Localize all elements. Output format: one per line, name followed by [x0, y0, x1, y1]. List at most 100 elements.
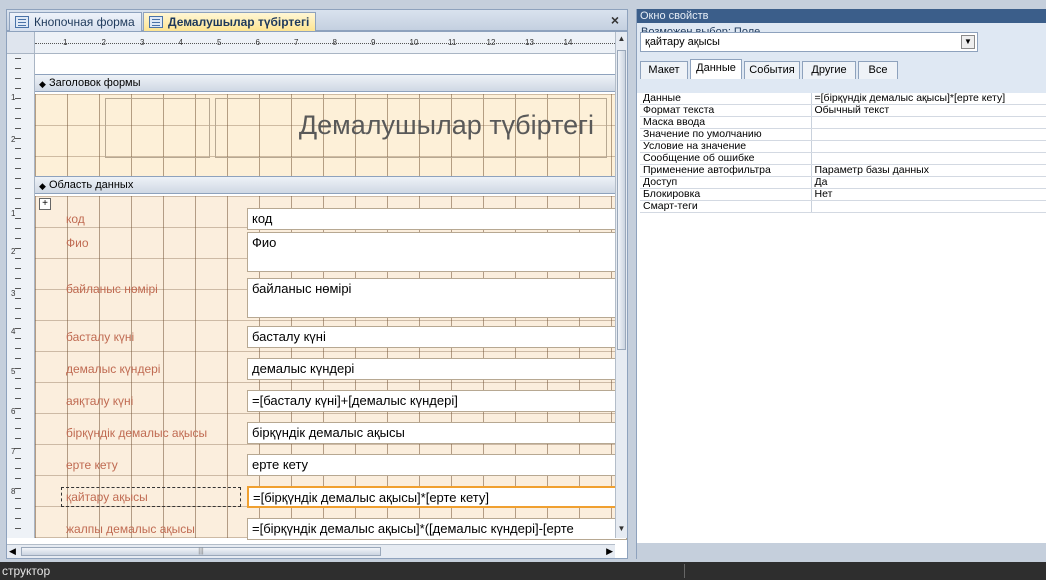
property-row[interactable]: Блокировка Нет: [640, 188, 1046, 201]
field-label[interactable]: демалыс күндері: [61, 359, 241, 379]
property-tab[interactable]: Данные: [690, 59, 742, 79]
vertical-scrollbar[interactable]: ▲ ▼: [615, 32, 627, 538]
ruler-number: 7: [294, 38, 299, 47]
form-header-section[interactable]: Демалушылар түбіртегі: [35, 94, 617, 176]
field-label[interactable]: аяқталу күні: [61, 391, 241, 411]
ruler-tick: [15, 458, 21, 459]
property-row[interactable]: Сообщение об ошибке: [640, 152, 1046, 165]
scroll-right-icon[interactable]: ▶: [606, 546, 613, 557]
property-value[interactable]: [811, 152, 1046, 165]
ruler-tick: [15, 138, 21, 139]
field-label[interactable]: Фио: [61, 233, 241, 253]
tab-receipt-form[interactable]: Демалушылар түбіртегі: [143, 12, 317, 32]
property-value[interactable]: [811, 128, 1046, 141]
logo-placeholder[interactable]: [105, 98, 210, 158]
field-label[interactable]: код: [61, 209, 241, 229]
scroll-down-icon[interactable]: ▼: [616, 524, 627, 536]
close-document-icon[interactable]: ×: [611, 12, 619, 28]
property-value[interactable]: [811, 140, 1046, 153]
field-label[interactable]: бірқүндік демалыс ақысы: [61, 423, 241, 443]
field-label[interactable]: басталу күні: [61, 327, 241, 347]
ruler-number: 9: [371, 38, 376, 47]
field-label[interactable]: қайтару ақысы: [61, 487, 241, 507]
scroll-thumb[interactable]: |||: [21, 547, 381, 556]
property-name: Блокировка: [640, 188, 812, 201]
property-name: Условие на значение: [640, 140, 812, 153]
ruler-tick: [15, 188, 21, 189]
ruler-tick: [15, 498, 21, 499]
detail-section[interactable]: + код код Фио Фио байланыс нөмірі байланыс нө…: [35, 196, 627, 540]
ruler-tick: [15, 218, 21, 219]
field-label[interactable]: ерте кету: [61, 455, 241, 475]
property-row[interactable]: Маска ввода: [640, 116, 1046, 129]
property-row[interactable]: Условие на значение: [640, 140, 1046, 153]
property-row[interactable]: Данные =[бірқүндік демалыс ақысы]*[ерте к…: [640, 93, 1046, 105]
ruler-tick: [15, 368, 21, 369]
ruler-tick: [15, 338, 21, 339]
field-textbox[interactable]: бірқүндік демалыс ақысы: [247, 422, 627, 444]
property-row[interactable]: Смарт-теги: [640, 200, 1046, 213]
form-selector[interactable]: [7, 32, 35, 54]
property-tab[interactable]: Другие: [802, 61, 856, 79]
field-label[interactable]: байланыс нөмірі: [61, 279, 241, 299]
property-row[interactable]: Доступ Да: [640, 176, 1046, 189]
object-selector-combo[interactable]: қайтару ақысы ▼: [640, 32, 978, 52]
section-bar-detail[interactable]: ◆ Область данных: [35, 176, 617, 194]
property-name: Доступ: [640, 176, 812, 189]
field-textbox[interactable]: байланыс нөмірі: [247, 278, 627, 318]
property-value[interactable]: Нет: [811, 188, 1046, 201]
ruler-number: 2: [101, 38, 106, 47]
ruler-tick: [15, 388, 21, 389]
chevron-down-icon[interactable]: ▼: [961, 35, 975, 49]
form-title-label[interactable]: Демалушылар түбіртегі: [215, 98, 607, 158]
ruler-tick: [15, 278, 21, 279]
ruler-number: 5: [217, 38, 222, 47]
property-sheet-footer: [637, 543, 1046, 559]
section-arrow-icon: ◆: [39, 181, 46, 191]
field-label[interactable]: жалпы демалыс ақысы: [61, 519, 241, 539]
ruler-tick: [15, 68, 21, 69]
field-textbox[interactable]: =[бірқүндік демалыс ақысы]*([демалыс күн…: [247, 518, 627, 540]
ruler-tick: [15, 488, 21, 489]
section-bar-form-header[interactable]: ◆ Заголовок формы: [35, 74, 617, 92]
scroll-up-icon[interactable]: ▲: [616, 34, 627, 46]
property-tab[interactable]: Все: [858, 61, 898, 79]
ruler-number: 3: [11, 289, 16, 298]
field-textbox[interactable]: =[бірқүндік демалыс ақысы]*[ерте кету]: [247, 486, 627, 508]
field-textbox[interactable]: =[басталу күні]+[демалыс күндері]: [247, 390, 627, 412]
property-value[interactable]: =[бірқүндік демалыс ақысы]*[ерте кету]: [811, 93, 1046, 105]
property-name: Данные: [640, 93, 812, 105]
property-value[interactable]: Обычный текст: [811, 104, 1046, 117]
top-strip: [0, 0, 1046, 9]
ruler-tick: [15, 518, 21, 519]
property-value[interactable]: [811, 200, 1046, 213]
property-value[interactable]: [811, 116, 1046, 129]
ruler-tick: [15, 148, 21, 149]
property-name: Применение автофильтра: [640, 164, 812, 177]
scroll-left-icon[interactable]: ◀: [9, 546, 16, 557]
property-tab[interactable]: Макет: [640, 61, 688, 79]
scroll-thumb[interactable]: [617, 50, 626, 350]
horizontal-ruler: 1 2 3 4 5 6 7 8 9 10 11 12 13 14: [35, 32, 617, 54]
horizontal-scrollbar[interactable]: ◀ ||| ▶: [7, 544, 615, 558]
tab-switchboard-form[interactable]: Кнопочная форма: [9, 12, 142, 32]
form-icon: [149, 16, 163, 28]
field-textbox[interactable]: код: [247, 208, 627, 230]
field-textbox[interactable]: Фио: [247, 232, 627, 272]
ruler-tick: [15, 198, 21, 199]
property-tab[interactable]: События: [744, 61, 800, 79]
layout-move-handle-icon[interactable]: +: [39, 198, 51, 210]
field-textbox[interactable]: басталу күні: [247, 326, 627, 348]
ruler-number: 3: [140, 38, 145, 47]
property-name: Значение по умолчанию: [640, 128, 812, 141]
field-textbox[interactable]: ерте кету: [247, 454, 627, 476]
property-row[interactable]: Значение по умолчанию: [640, 128, 1046, 141]
field-textbox[interactable]: демалыс күндері: [247, 358, 627, 380]
property-row[interactable]: Применение автофильтра Параметр базы данн…: [640, 164, 1046, 177]
property-value[interactable]: Да: [811, 176, 1046, 189]
property-value[interactable]: Параметр базы данных: [811, 164, 1046, 177]
section-label: Область данных: [49, 179, 134, 191]
ruler-tick: [15, 328, 21, 329]
ruler-tick: [15, 308, 21, 309]
property-row[interactable]: Формат текста Обычный текст: [640, 104, 1046, 117]
